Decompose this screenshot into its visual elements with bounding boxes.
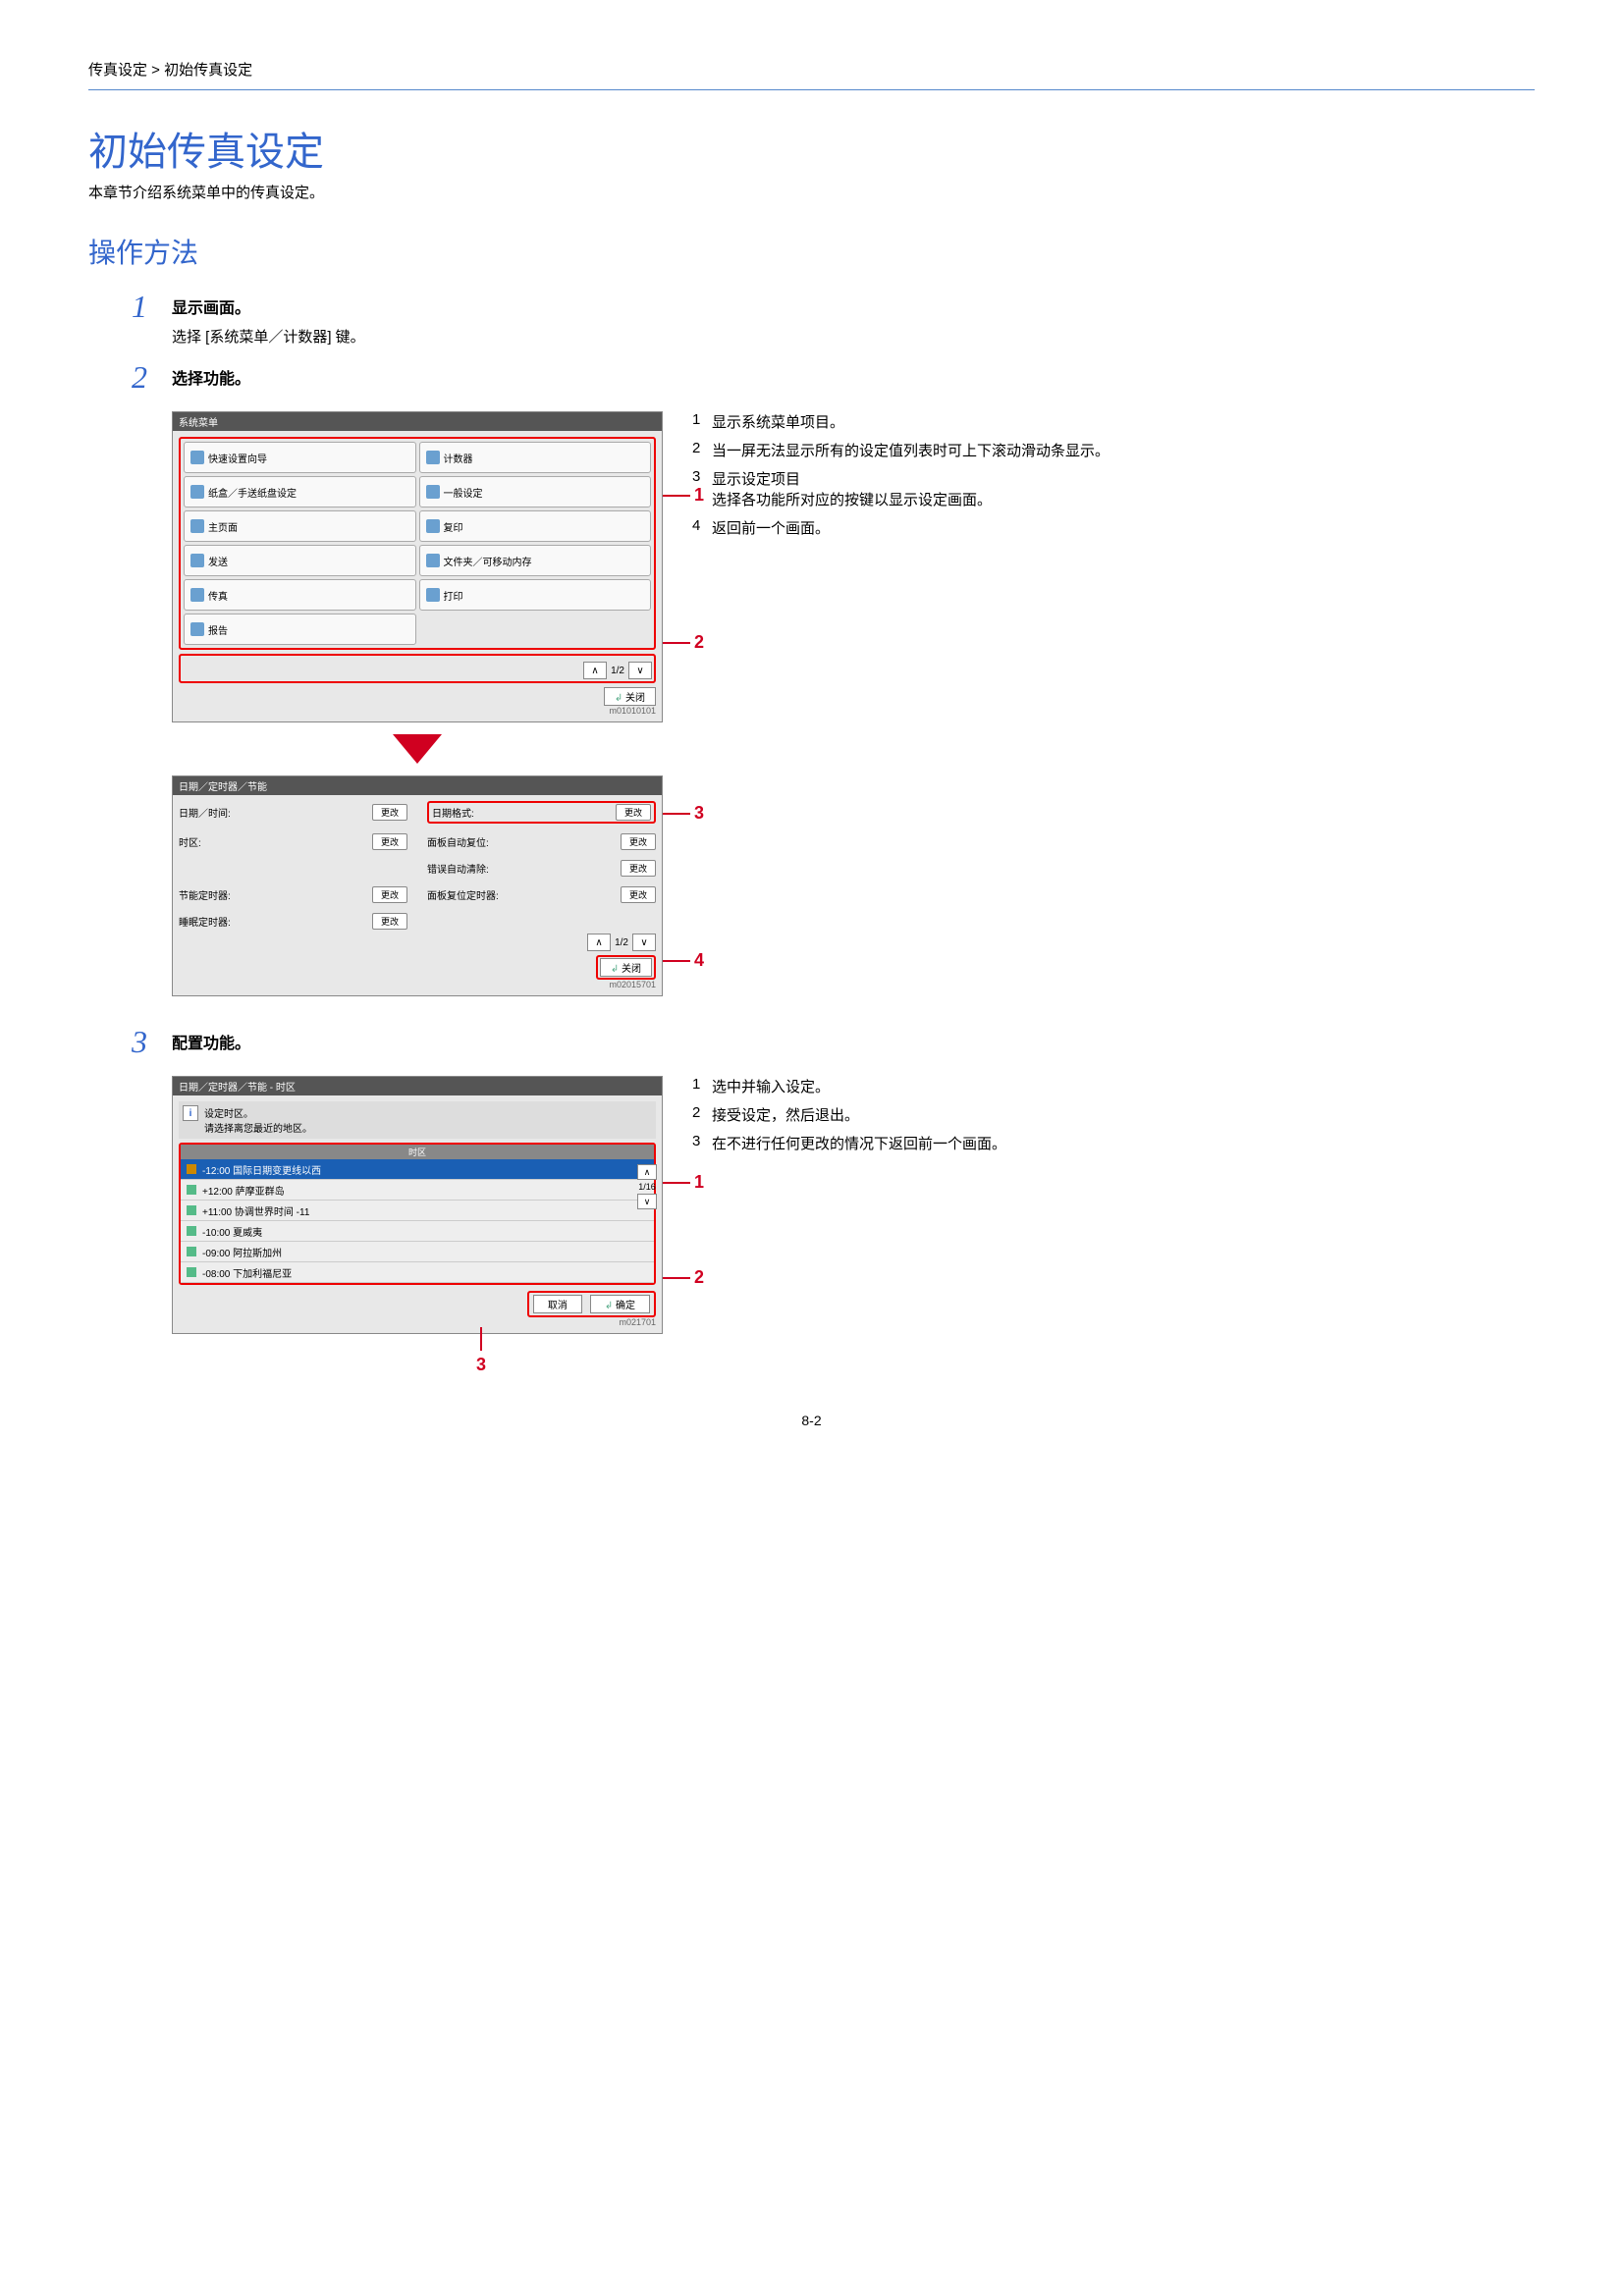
callout-2b: 2 <box>663 1267 704 1288</box>
breadcrumb: 传真设定 > 初始传真设定 <box>88 59 1535 90</box>
list-item[interactable]: -09:00 阿拉斯加州 <box>181 1242 654 1262</box>
note-item: 2当一屏无法显示所有的设定值列表时可上下滚动滑动条显示。 <box>692 440 1535 460</box>
pager-text: 1/2 <box>611 666 624 676</box>
pager-text: 1/2 <box>615 937 628 948</box>
menu-item[interactable]: 计数器 <box>419 442 652 473</box>
common-icon <box>426 485 440 499</box>
note-item: 1选中并输入设定。 <box>692 1076 1535 1096</box>
counter-icon <box>426 451 440 464</box>
panel-id: m01010101 <box>179 706 656 716</box>
note-item: 2接受设定，然后退出。 <box>692 1104 1535 1125</box>
cancel-button[interactable]: 取消 <box>533 1295 582 1313</box>
close-button[interactable]: ↲ 关闭 <box>604 687 656 706</box>
wizard-icon <box>190 451 204 464</box>
menu-item[interactable]: 纸盒／手送纸盘设定 <box>184 476 416 507</box>
panel-titlebar: 系统菜单 <box>173 412 662 431</box>
timezone-icon <box>187 1226 196 1236</box>
copy-icon <box>426 519 440 533</box>
screenshot-system-menu: 系统菜单 快速设置向导 计数器 纸盒／手送纸盘设定 一般设定 主页面 复印 发送… <box>172 411 663 722</box>
timezone-icon <box>187 1247 196 1256</box>
change-button[interactable]: 更改 <box>372 833 407 850</box>
list-item[interactable]: -08:00 下加利福尼亚 <box>181 1262 654 1283</box>
note-item: 3在不进行任何更改的情况下返回前一个画面。 <box>692 1133 1535 1153</box>
menu-item[interactable]: 复印 <box>419 510 652 542</box>
step-title-2: 选择功能。 <box>172 365 1535 389</box>
page-number: 8-2 <box>88 1413 1535 1428</box>
printer-icon <box>426 588 440 602</box>
timezone-icon <box>187 1267 196 1277</box>
timezone-icon <box>187 1164 196 1174</box>
menu-item[interactable]: 报告 <box>184 614 416 645</box>
callout-1: 1 <box>663 485 704 506</box>
change-button[interactable]: 更改 <box>621 860 656 877</box>
panel-id: m021701 <box>179 1317 656 1327</box>
column-header: 时区 <box>181 1145 654 1159</box>
page-title: 初始传真设定 <box>88 120 1535 177</box>
panel-titlebar: 日期／定时器／节能 - 时区 <box>173 1077 662 1095</box>
callout-3b: 3 <box>476 1327 486 1375</box>
timezone-icon <box>187 1185 196 1195</box>
fax-icon <box>190 588 204 602</box>
list-item[interactable]: -10:00 夏威夷 <box>181 1221 654 1242</box>
intro-text: 本章节介绍系统菜单中的传真设定。 <box>88 182 1535 202</box>
list-item[interactable]: -12:00 国际日期变更线以西 <box>181 1159 654 1180</box>
screenshot-timezone: 日期／定时器／节能 - 时区 i 设定时区。请选择离您最近的地区。 时区 -12… <box>172 1076 663 1334</box>
change-button[interactable]: 更改 <box>372 804 407 821</box>
menu-item[interactable]: 主页面 <box>184 510 416 542</box>
change-button[interactable]: 更改 <box>372 913 407 930</box>
send-icon <box>190 554 204 567</box>
menu-item[interactable]: 传真 <box>184 579 416 611</box>
scroll-up-button[interactable]: ∧ <box>587 934 611 951</box>
scroll-down-button[interactable]: ∨ <box>632 934 656 951</box>
step-number-2: 2 <box>88 361 172 393</box>
scroll-up-button[interactable]: ∧ <box>637 1164 657 1180</box>
callout-1b: 1 <box>663 1172 704 1193</box>
change-button[interactable]: 更改 <box>616 804 651 821</box>
cassette-icon <box>190 485 204 499</box>
panel-titlebar: 日期／定时器／节能 <box>173 776 662 795</box>
step-title-3: 配置功能。 <box>172 1030 1535 1053</box>
home-icon <box>190 519 204 533</box>
step-body-1: 选择 [系统菜单／计数器] 键。 <box>172 326 1535 347</box>
callout-4: 4 <box>663 950 704 971</box>
note-item: 3显示设定项目 选择各功能所对应的按键以显示设定画面。 <box>692 468 1535 509</box>
list-item[interactable]: +12:00 萨摩亚群岛 <box>181 1180 654 1201</box>
change-button[interactable]: 更改 <box>372 886 407 903</box>
timezone-icon <box>187 1205 196 1215</box>
section-heading: 操作方法 <box>88 232 1535 271</box>
pager-text: 1/16 <box>638 1182 656 1192</box>
callout-2: 2 <box>663 632 704 653</box>
menu-item[interactable]: 文件夹／可移动内存 <box>419 545 652 576</box>
menu-item[interactable]: 打印 <box>419 579 652 611</box>
menu-item[interactable]: 一般设定 <box>419 476 652 507</box>
close-button[interactable]: ↲ 关闭 <box>600 958 652 977</box>
menu-item[interactable]: 快速设置向导 <box>184 442 416 473</box>
report-icon <box>190 622 204 636</box>
down-arrow-icon <box>393 734 442 764</box>
note-item: 4返回前一个画面。 <box>692 517 1535 538</box>
step-number-3: 3 <box>88 1026 172 1057</box>
change-button[interactable]: 更改 <box>621 886 656 903</box>
scroll-down-button[interactable]: ∨ <box>628 662 652 679</box>
scroll-down-button[interactable]: ∨ <box>637 1194 657 1209</box>
screenshot-date-timer: 日期／定时器／节能 日期／时间:更改 日期格式:更改 时区:更改 面板自动复位:… <box>172 775 663 996</box>
docbox-icon <box>426 554 440 567</box>
ok-button[interactable]: ↲ 确定 <box>590 1295 650 1313</box>
note-item: 1显示系统菜单项目。 <box>692 411 1535 432</box>
panel-id: m02015701 <box>179 980 656 989</box>
step-title-1: 显示画面。 <box>172 294 1535 318</box>
menu-item[interactable]: 发送 <box>184 545 416 576</box>
callout-3: 3 <box>663 803 704 824</box>
step-number-1: 1 <box>88 291 172 322</box>
change-button[interactable]: 更改 <box>621 833 656 850</box>
scroll-up-button[interactable]: ∧ <box>583 662 607 679</box>
info-icon: i <box>183 1105 198 1121</box>
list-item[interactable]: +11:00 协调世界时间 -11 <box>181 1201 654 1221</box>
